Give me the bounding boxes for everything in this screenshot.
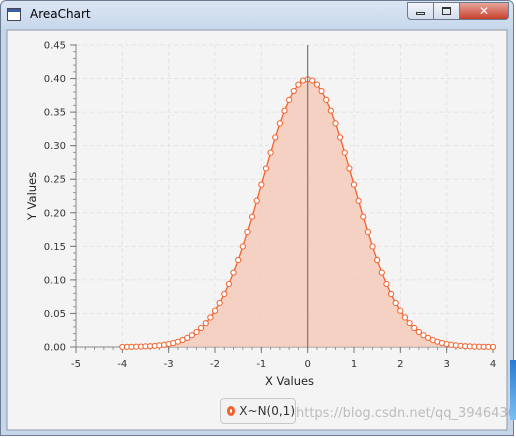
x-tick-label: -3	[164, 359, 174, 370]
data-point	[341, 149, 348, 156]
y-tick-label: 0.05	[44, 309, 66, 320]
data-point	[248, 213, 256, 220]
y-tick-label: 0.25	[44, 175, 66, 186]
y-tick-label: 0.45	[44, 41, 66, 52]
data-point	[374, 256, 381, 264]
data-point	[281, 107, 288, 114]
y-tick-label: 0.15	[44, 242, 66, 253]
data-point	[267, 149, 274, 156]
data-point	[230, 269, 237, 276]
data-point	[295, 81, 302, 88]
data-point	[258, 181, 265, 188]
data-point	[401, 314, 409, 321]
x-tick-label: 1	[351, 359, 357, 370]
x-axis-title: X Values	[265, 374, 314, 388]
data-point	[272, 134, 279, 141]
data-point	[225, 280, 232, 288]
data-point	[337, 134, 344, 141]
data-point	[290, 87, 297, 95]
y-tick-label: 0.30	[44, 141, 66, 152]
data-point	[216, 299, 223, 307]
data-point	[332, 120, 339, 127]
data-point	[235, 256, 242, 264]
data-point	[211, 307, 219, 314]
data-point	[327, 107, 334, 114]
x-tick-label: -1	[256, 359, 266, 370]
data-point	[286, 96, 293, 103]
x-tick-label: 2	[397, 359, 403, 370]
y-tick-label: 0.40	[44, 74, 66, 85]
data-point	[309, 77, 316, 84]
data-point	[239, 243, 246, 250]
data-point	[360, 213, 367, 220]
data-point	[397, 307, 404, 314]
background-window-edge	[510, 360, 516, 420]
legend-series-label: X~N(0,1)	[239, 404, 295, 418]
data-point	[387, 290, 395, 298]
data-point	[198, 324, 205, 332]
data-point	[369, 243, 376, 250]
data-point	[411, 324, 418, 332]
data-point	[378, 269, 385, 276]
data-point	[392, 299, 399, 307]
x-tick-label: 0	[304, 359, 310, 370]
legend-series-symbol	[227, 406, 236, 416]
data-point	[318, 87, 325, 95]
data-point	[364, 228, 371, 236]
x-tick-label: 4	[490, 359, 496, 370]
data-point	[313, 81, 321, 88]
y-axis-title: Y Values	[25, 172, 39, 221]
data-point	[244, 228, 251, 236]
data-point	[188, 332, 195, 339]
data-point	[350, 181, 358, 188]
y-tick-label: 0.20	[44, 208, 66, 219]
data-point	[355, 197, 362, 204]
area-chart: -5 -4 -3 -2 -1 0 1 2 3 4 0.00 0.05 0.10 0.15 0.20 0.25 0…	[6, 29, 508, 431]
x-tick-label: -4	[117, 359, 127, 370]
data-point	[346, 165, 353, 172]
data-point	[406, 320, 413, 327]
data-point	[489, 343, 497, 351]
x-tick-label: -2	[210, 359, 220, 370]
x-tick-label: -5	[71, 359, 81, 370]
data-point	[193, 328, 200, 336]
data-point	[202, 320, 209, 327]
data-point	[383, 280, 390, 288]
data-point	[262, 165, 270, 172]
chart-legend: X~N(0,1)	[220, 398, 296, 424]
watermark-text: https://blog.csdn.net/qq_39464369	[296, 406, 516, 421]
data-point	[207, 314, 214, 321]
data-point	[276, 120, 283, 127]
data-point	[221, 290, 228, 298]
x-tick-label: 3	[443, 359, 449, 370]
data-point	[323, 96, 330, 103]
y-tick-label: 0.00	[44, 343, 66, 354]
data-point	[415, 328, 422, 336]
y-tick-label: 0.35	[44, 108, 66, 119]
data-point	[253, 197, 260, 204]
y-tick-label: 0.10	[44, 275, 66, 286]
